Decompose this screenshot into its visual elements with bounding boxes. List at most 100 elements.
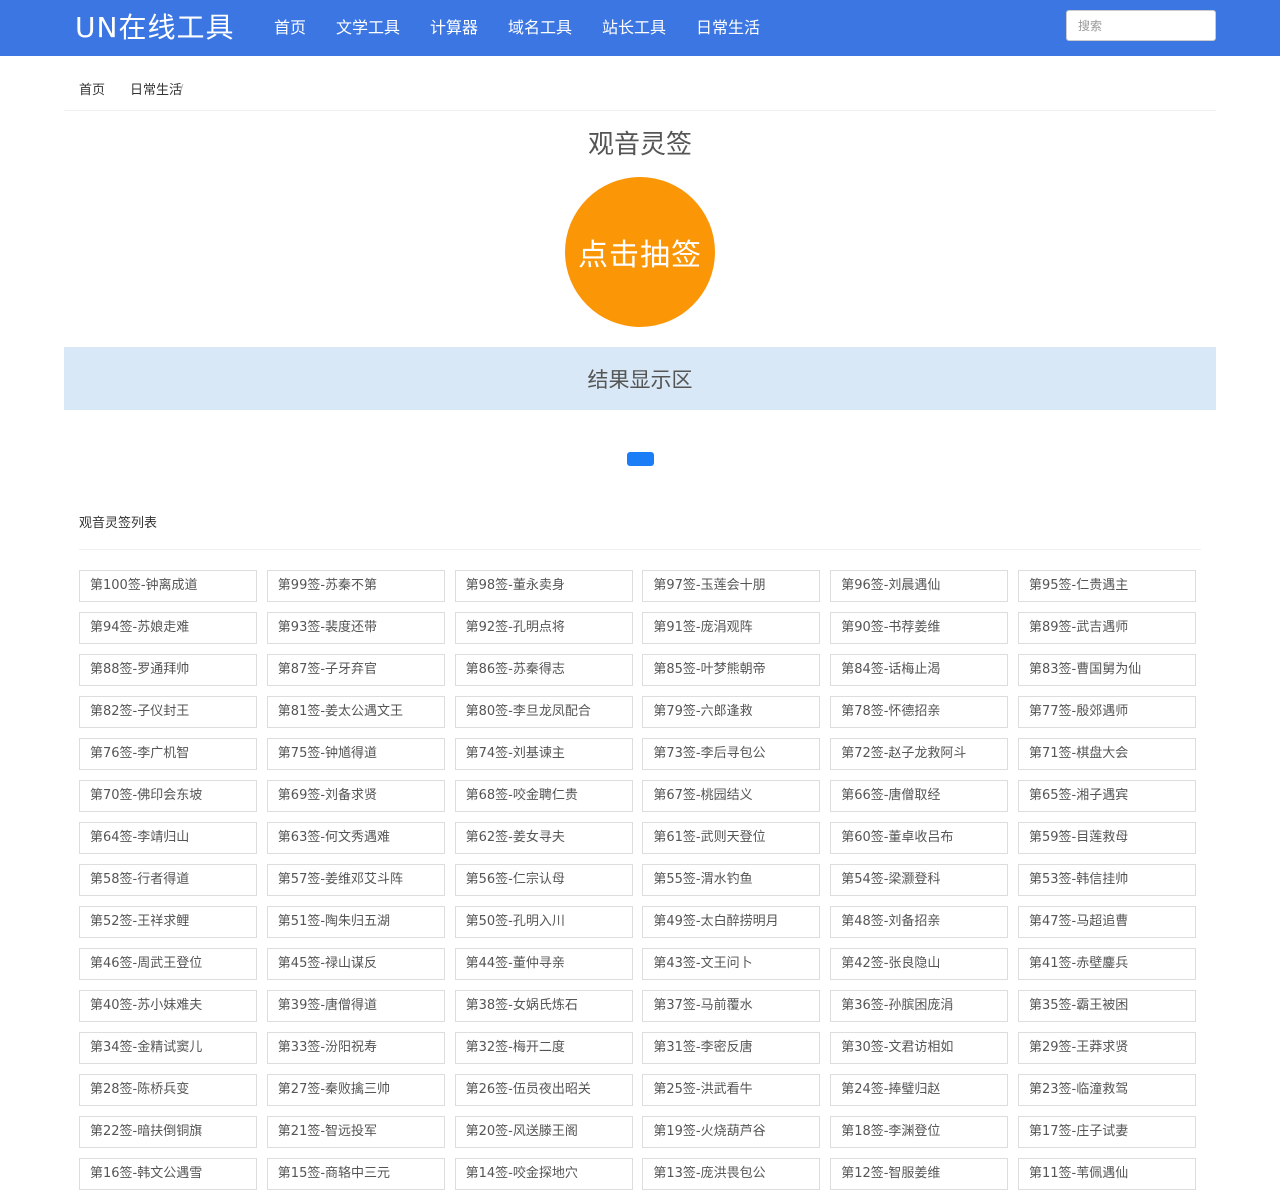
nav-webmaster-tools[interactable]: 站长工具 <box>602 17 666 39</box>
site-logo[interactable]: UN在线工具 <box>75 9 234 47</box>
lot-list-item[interactable]: 第77签-殷郊遇师 <box>1017 696 1196 728</box>
nav-daily-life[interactable]: 日常生活 <box>696 17 760 39</box>
lot-list-item[interactable]: 第86签-苏秦得志 <box>454 654 633 686</box>
lot-list-item[interactable]: 第17签-庄子试妻 <box>1017 1116 1196 1148</box>
lot-list-item[interactable]: 第69签-刘备求贤 <box>266 780 445 812</box>
lot-list-item[interactable]: 第80签-李旦龙凤配合 <box>454 696 633 728</box>
lot-list-item[interactable]: 第54签-梁灏登科 <box>830 864 1009 896</box>
lot-list-item[interactable]: 第29签-王莽求贤 <box>1017 1032 1196 1064</box>
lot-list-item[interactable]: 第74签-刘基谏主 <box>454 738 633 770</box>
lot-list-item[interactable]: 第89签-武吉遇师 <box>1017 612 1196 644</box>
lot-list-item[interactable]: 第60签-董卓收吕布 <box>830 822 1009 854</box>
lot-list-item[interactable]: 第65签-湘子遇宾 <box>1017 780 1196 812</box>
lot-list-item[interactable]: 第47签-马超追曹 <box>1017 906 1196 938</box>
lot-list-item[interactable]: 第49签-太白醉捞明月 <box>642 906 821 938</box>
lot-list-item[interactable]: 第18签-李渊登位 <box>830 1116 1009 1148</box>
lot-list-item[interactable]: 第22签-暗扶倒铜旗 <box>79 1116 257 1148</box>
lot-list-item[interactable]: 第61签-武则天登位 <box>642 822 821 854</box>
lot-list-item[interactable]: 第13签-庞洪畏包公 <box>642 1158 821 1190</box>
lot-list-item[interactable]: 第37签-马前覆水 <box>642 990 821 1022</box>
lot-list-item[interactable]: 第90签-书荐姜维 <box>830 612 1009 644</box>
lot-list-item[interactable]: 第88签-罗通拜帅 <box>79 654 257 686</box>
lot-list-item[interactable]: 第23签-临潼救驾 <box>1017 1074 1196 1106</box>
lot-list-item[interactable]: 第11签-苇佩遇仙 <box>1017 1158 1196 1190</box>
lot-list-item[interactable]: 第21签-智远投军 <box>266 1116 445 1148</box>
lot-list-item[interactable]: 第46签-周武王登位 <box>79 948 257 980</box>
lot-list-item[interactable]: 第24签-捧璧归赵 <box>830 1074 1009 1106</box>
lot-list-item[interactable]: 第73签-李后寻包公 <box>642 738 821 770</box>
lot-list-item[interactable]: 第57签-姜维邓艾斗阵 <box>266 864 445 896</box>
breadcrumb-home[interactable]: 首页 <box>79 82 105 100</box>
lot-list-item[interactable]: 第20签-风送滕王阁 <box>454 1116 633 1148</box>
nav-home[interactable]: 首页 <box>274 17 306 39</box>
lot-list-item[interactable]: 第66签-唐僧取经 <box>830 780 1009 812</box>
lot-list-item[interactable]: 第43签-文王问卜 <box>642 948 821 980</box>
lot-list-item[interactable]: 第84签-话梅止渴 <box>830 654 1009 686</box>
lot-list-item[interactable]: 第42签-张良隐山 <box>830 948 1009 980</box>
lot-list-item[interactable]: 第82签-子仪封王 <box>79 696 257 728</box>
lot-list-item[interactable]: 第93签-裴度还带 <box>266 612 445 644</box>
lot-list-item[interactable]: 第72签-赵子龙救阿斗 <box>830 738 1009 770</box>
lot-list-item[interactable]: 第67签-桃园结义 <box>642 780 821 812</box>
lot-list-item[interactable]: 第79签-六郎逢救 <box>642 696 821 728</box>
search-input[interactable] <box>1066 10 1216 41</box>
lot-list-item[interactable]: 第91签-庞涓观阵 <box>642 612 821 644</box>
lot-list-item[interactable]: 第97签-玉莲会十朋 <box>642 570 821 602</box>
lot-list-item[interactable]: 第30签-文君访相如 <box>830 1032 1009 1064</box>
lot-list-item[interactable]: 第75签-钟馗得道 <box>266 738 445 770</box>
lot-list-item[interactable]: 第39签-唐僧得道 <box>266 990 445 1022</box>
lot-list-item[interactable]: 第25签-洪武看牛 <box>642 1074 821 1106</box>
lot-list-item[interactable]: 第48签-刘备招亲 <box>830 906 1009 938</box>
draw-lot-button[interactable]: 点击抽签 <box>565 177 715 327</box>
lot-list-item[interactable]: 第71签-棋盘大会 <box>1017 738 1196 770</box>
lot-list-item[interactable]: 第38签-女娲氏炼石 <box>454 990 633 1022</box>
lot-list-item[interactable]: 第70签-佛印会东坡 <box>79 780 257 812</box>
nav-domain-tools[interactable]: 域名工具 <box>508 17 572 39</box>
lot-list-item[interactable]: 第62签-姜女寻夫 <box>454 822 633 854</box>
lot-list-item[interactable]: 第99签-苏秦不第 <box>266 570 445 602</box>
lot-list-item[interactable]: 第63签-何文秀遇难 <box>266 822 445 854</box>
lot-list-item[interactable]: 第33签-汾阳祝寿 <box>266 1032 445 1064</box>
lot-list-item[interactable]: 第32签-梅开二度 <box>454 1032 633 1064</box>
lot-list-item[interactable]: 第78签-怀德招亲 <box>830 696 1009 728</box>
lot-list-item[interactable]: 第95签-仁贵遇主 <box>1017 570 1196 602</box>
small-action-button[interactable] <box>627 452 654 466</box>
lot-list-item[interactable]: 第34签-金精试窦儿 <box>79 1032 257 1064</box>
lot-list-item[interactable]: 第64签-李靖归山 <box>79 822 257 854</box>
lot-list-item[interactable]: 第59签-目莲救母 <box>1017 822 1196 854</box>
lot-list-item[interactable]: 第44签-董仲寻亲 <box>454 948 633 980</box>
lot-list-item[interactable]: 第100签-钟离成道 <box>79 570 257 602</box>
lot-list-item[interactable]: 第83签-曹国舅为仙 <box>1017 654 1196 686</box>
nav-literature-tools[interactable]: 文学工具 <box>336 17 400 39</box>
lot-list-item[interactable]: 第35签-霸王被困 <box>1017 990 1196 1022</box>
lot-list-item[interactable]: 第36签-孙膑困庞涓 <box>830 990 1009 1022</box>
lot-list-item[interactable]: 第15签-商辂中三元 <box>266 1158 445 1190</box>
lot-list-item[interactable]: 第45签-禄山谋反 <box>266 948 445 980</box>
lot-list-item[interactable]: 第76签-李广机智 <box>79 738 257 770</box>
lot-list-item[interactable]: 第58签-行者得道 <box>79 864 257 896</box>
lot-list-item[interactable]: 第12签-智服姜维 <box>830 1158 1009 1190</box>
lot-list-item[interactable]: 第28签-陈桥兵变 <box>79 1074 257 1106</box>
lot-list-item[interactable]: 第85签-叶梦熊朝帝 <box>642 654 821 686</box>
lot-list-item[interactable]: 第26签-伍员夜出昭关 <box>454 1074 633 1106</box>
lot-list-item[interactable]: 第41签-赤壁鏖兵 <box>1017 948 1196 980</box>
lot-list-item[interactable]: 第27签-秦败擒三帅 <box>266 1074 445 1106</box>
lot-list-item[interactable]: 第68签-咬金聘仁贵 <box>454 780 633 812</box>
lot-list-item[interactable]: 第81签-姜太公遇文王 <box>266 696 445 728</box>
lot-list-item[interactable]: 第94签-苏娘走难 <box>79 612 257 644</box>
lot-list-item[interactable]: 第55签-渭水钓鱼 <box>642 864 821 896</box>
lot-list-item[interactable]: 第50签-孔明入川 <box>454 906 633 938</box>
lot-list-item[interactable]: 第52签-王祥求鲤 <box>79 906 257 938</box>
lot-list-item[interactable]: 第51签-陶朱归五湖 <box>266 906 445 938</box>
lot-list-item[interactable]: 第19签-火烧葫芦谷 <box>642 1116 821 1148</box>
lot-list-item[interactable]: 第87签-子牙弃官 <box>266 654 445 686</box>
lot-list-item[interactable]: 第40签-苏小妹难夫 <box>79 990 257 1022</box>
lot-list-item[interactable]: 第31签-李密反唐 <box>642 1032 821 1064</box>
lot-list-item[interactable]: 第96签-刘晨遇仙 <box>830 570 1009 602</box>
lot-list-item[interactable]: 第14签-咬金探地穴 <box>454 1158 633 1190</box>
lot-list-item[interactable]: 第92签-孔明点将 <box>454 612 633 644</box>
lot-list-item[interactable]: 第53签-韩信挂帅 <box>1017 864 1196 896</box>
nav-calculator[interactable]: 计算器 <box>430 17 478 39</box>
lot-list-item[interactable]: 第16签-韩文公遇雪 <box>79 1158 257 1190</box>
lot-list-item[interactable]: 第56签-仁宗认母 <box>454 864 633 896</box>
